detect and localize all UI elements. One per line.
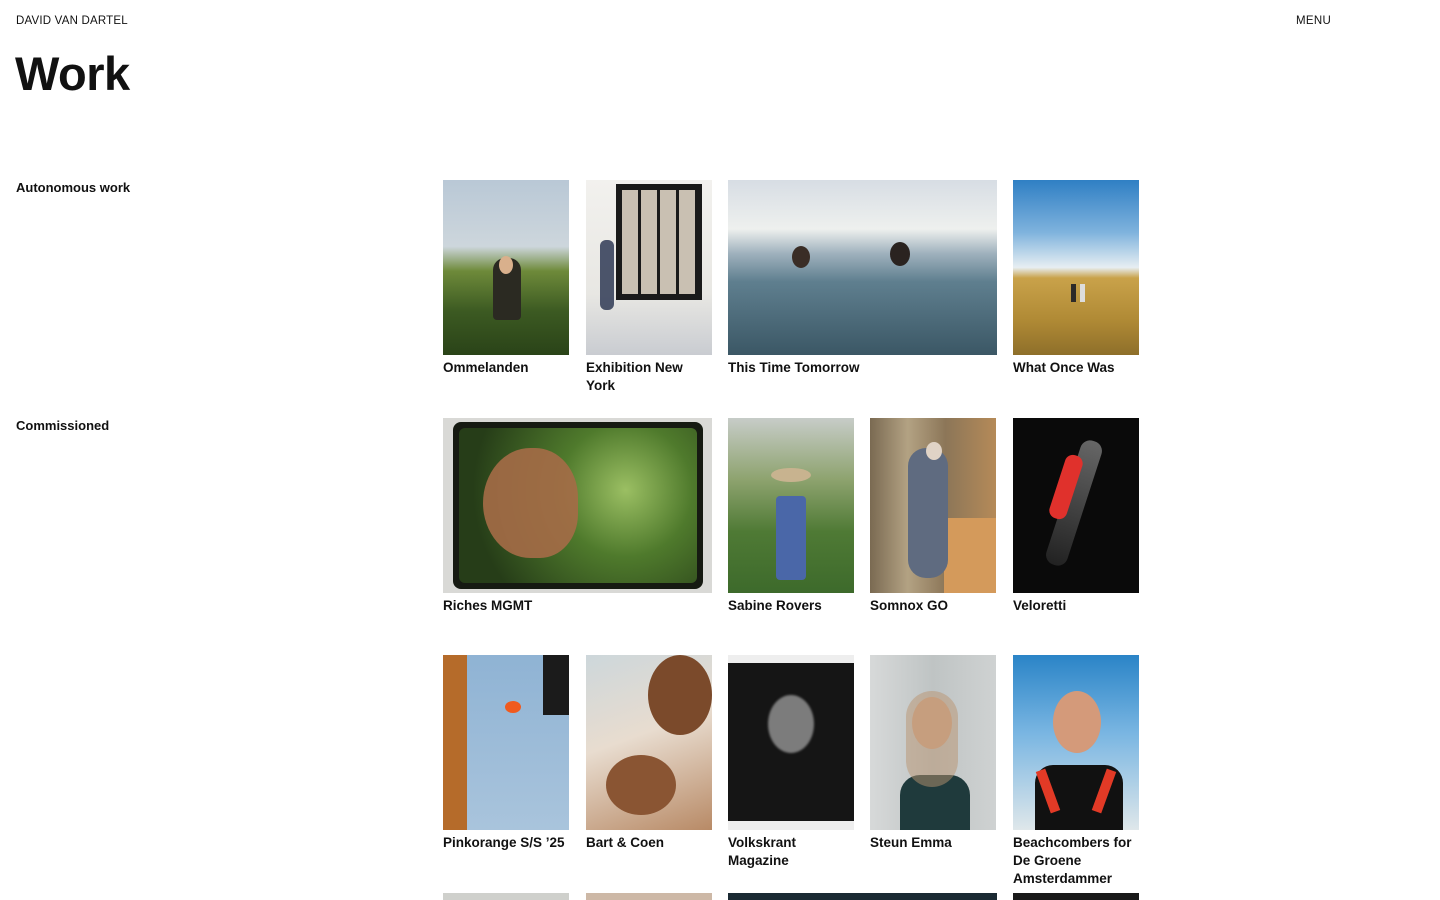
bart-coen-image — [586, 655, 712, 830]
steun-emma-image — [870, 655, 996, 830]
work-card-somnox-go[interactable]: Somnox GO — [870, 418, 996, 615]
section-label-autonomous: Autonomous work — [16, 180, 131, 195]
sabine-rovers-image — [728, 418, 854, 593]
work-card-partial[interactable] — [586, 893, 712, 900]
work-title: Ommelanden — [443, 360, 529, 375]
work-card-riches-mgmt[interactable]: Riches MGMT — [443, 418, 712, 615]
menu-button[interactable]: MENU — [1296, 15, 1331, 27]
work-card-volkskrant-magazine[interactable]: Volkskrant Magazine — [728, 655, 854, 870]
work-card-veloretti[interactable]: Veloretti — [1013, 418, 1139, 615]
work-card-partial[interactable] — [443, 893, 569, 900]
work-title: Steun Emma — [870, 835, 952, 850]
work-title: Riches MGMT — [443, 598, 533, 613]
work-title: Sabine Rovers — [728, 598, 822, 613]
work-card-ommelanden[interactable]: Ommelanden — [443, 180, 569, 377]
riches-mgmt-image — [443, 418, 712, 593]
work-title: Exhibition New York — [586, 360, 683, 393]
work-card-exhibition-new-york[interactable]: Exhibition New York — [586, 180, 712, 395]
exhibition-new-york-image — [586, 180, 712, 355]
veloretti-image — [1013, 418, 1139, 593]
work-title: What Once Was — [1013, 360, 1115, 375]
work-title: This Time Tomorrow — [728, 360, 860, 375]
somnox-go-image — [870, 418, 996, 593]
work-card-this-time-tomorrow[interactable]: This Time Tomorrow — [728, 180, 997, 377]
work-title: Volkskrant Magazine — [728, 835, 797, 868]
work-card-what-once-was[interactable]: What Once Was — [1013, 180, 1139, 377]
ommelanden-image — [443, 180, 569, 355]
pinkorange-image — [443, 655, 569, 830]
work-card-partial[interactable] — [1013, 893, 1139, 900]
beachcombers-image — [1013, 655, 1139, 830]
work-title: Bart & Coen — [586, 835, 665, 850]
site-name[interactable]: DAVID VAN DARTEL — [16, 15, 128, 27]
work-title: Veloretti — [1013, 598, 1067, 613]
work-card-bart-coen[interactable]: Bart & Coen — [586, 655, 712, 852]
work-title: Pinkorange S/S ’25 — [443, 835, 565, 850]
section-label-commissioned: Commissioned — [16, 418, 110, 433]
work-card-sabine-rovers[interactable]: Sabine Rovers — [728, 418, 854, 615]
work-card-pinkorange[interactable]: Pinkorange S/S ’25 — [443, 655, 569, 852]
page-title: Work — [15, 47, 130, 100]
this-time-tomorrow-image — [728, 180, 997, 355]
work-card-steun-emma[interactable]: Steun Emma — [870, 655, 996, 852]
work-title: Beachcombers for De Groene Amsterdammer — [1013, 835, 1132, 886]
work-card-partial[interactable] — [728, 893, 997, 900]
work-title: Somnox GO — [870, 598, 949, 613]
volkskrant-magazine-image — [728, 655, 854, 830]
what-once-was-image — [1013, 180, 1139, 355]
work-card-beachcombers[interactable]: Beachcombers for De Groene Amsterdammer — [1013, 655, 1139, 888]
